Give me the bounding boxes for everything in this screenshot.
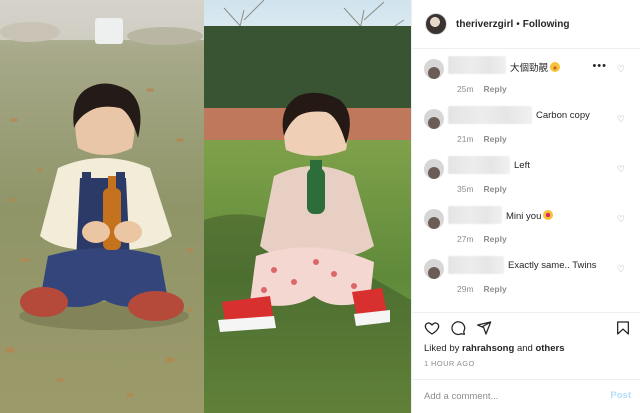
commenter-avatar[interactable]: [424, 59, 444, 79]
comment-time: 21m: [457, 134, 474, 144]
liked-by-user-link[interactable]: rahrahsong: [462, 343, 514, 354]
post-timestamp[interactable]: 1 HOUR AGO: [424, 359, 475, 368]
comment-text: 大個勁靚: [510, 60, 561, 74]
like-comment-heart-icon[interactable]: ♡: [617, 264, 625, 275]
comment-item: Exactly same.. Twins ♡ 29m Reply: [412, 250, 640, 300]
comment-meta: 35m Reply: [457, 184, 507, 194]
comment-bubble-icon[interactable]: [450, 320, 466, 336]
post-actions: Liked by rahrahsong and others 1 HOUR AG…: [412, 312, 640, 413]
comment-meta: 25m Reply: [457, 84, 507, 94]
liked-prefix: Liked by: [424, 343, 460, 354]
header-separator: •: [516, 18, 520, 30]
add-comment-input[interactable]: [424, 388, 594, 404]
reply-button[interactable]: Reply: [484, 184, 507, 194]
comment-item: Mini you ♡ 27m Reply: [412, 200, 640, 250]
post-comment-button[interactable]: Post: [610, 390, 631, 401]
share-send-icon[interactable]: [476, 320, 492, 336]
comment-item: 大個勁靚 ••• ♡ 25m Reply: [412, 50, 640, 100]
modern-photo-panel: [204, 0, 411, 413]
comment-time: 35m: [457, 184, 474, 194]
like-comment-heart-icon[interactable]: ♡: [617, 214, 625, 225]
like-comment-heart-icon[interactable]: ♡: [617, 64, 625, 75]
comment-text: Carbon copy: [536, 110, 590, 121]
reply-button[interactable]: Reply: [484, 284, 507, 294]
comment-time: 25m: [457, 84, 474, 94]
comment-item: Carbon copy ♡ 21m Reply: [412, 100, 640, 150]
commenter-avatar[interactable]: [424, 109, 444, 129]
commenter-avatar[interactable]: [424, 259, 444, 279]
reply-button[interactable]: Reply: [484, 234, 507, 244]
reply-button[interactable]: Reply: [484, 84, 507, 94]
following-button[interactable]: Following: [523, 19, 570, 30]
action-icons: [424, 320, 492, 336]
liked-by-text: Liked by rahrahsong and others: [424, 343, 564, 354]
avatar[interactable]: [425, 13, 447, 35]
post-header: theriverzgirl • Following: [412, 0, 640, 49]
like-heart-icon[interactable]: [424, 320, 440, 336]
commenter-avatar[interactable]: [424, 209, 444, 229]
vintage-child-photo: [0, 0, 204, 413]
redacted-username: [448, 256, 504, 274]
liked-by-others-link[interactable]: others: [535, 343, 564, 354]
comment-meta: 27m Reply: [457, 234, 507, 244]
post-photo[interactable]: [0, 0, 411, 413]
comment-time: 29m: [457, 284, 474, 294]
reply-button[interactable]: Reply: [484, 134, 507, 144]
like-comment-heart-icon[interactable]: ♡: [617, 164, 625, 175]
comment-text: Exactly same.. Twins: [508, 260, 597, 271]
comment-text-content: Mini you: [506, 211, 542, 222]
comment-text-content: 大個勁靚: [510, 63, 549, 74]
redacted-username: [448, 106, 532, 124]
add-comment-bar: Post: [412, 379, 640, 413]
redacted-username: [448, 56, 506, 74]
grinning-face-emoji: [550, 62, 561, 72]
vintage-photo-panel: [0, 0, 204, 413]
bookmark-save-icon[interactable]: [615, 320, 631, 336]
post-username[interactable]: theriverzgirl: [456, 19, 513, 30]
post-sidebar: theriverzgirl • Following 大個勁靚 ••• ♡ 25m…: [411, 0, 640, 413]
comments-list[interactable]: 大個勁靚 ••• ♡ 25m Reply Carbon copy ♡ 21m Rep…: [412, 50, 640, 312]
comment-meta: 21m Reply: [457, 134, 507, 144]
comment-text: Left: [514, 160, 530, 171]
heart-eyes-emoji: [543, 210, 554, 220]
more-options-icon[interactable]: •••: [592, 60, 607, 72]
comment-text: Mini you: [506, 210, 554, 222]
comment-meta: 29m Reply: [457, 284, 507, 294]
comment-time: 27m: [457, 234, 474, 244]
redacted-username: [448, 206, 502, 224]
liked-and: and: [516, 343, 533, 354]
like-comment-heart-icon[interactable]: ♡: [617, 114, 625, 125]
modern-child-photo: [204, 0, 411, 413]
redacted-username: [448, 156, 510, 174]
comment-item: Left ♡ 35m Reply: [412, 150, 640, 200]
commenter-avatar[interactable]: [424, 159, 444, 179]
